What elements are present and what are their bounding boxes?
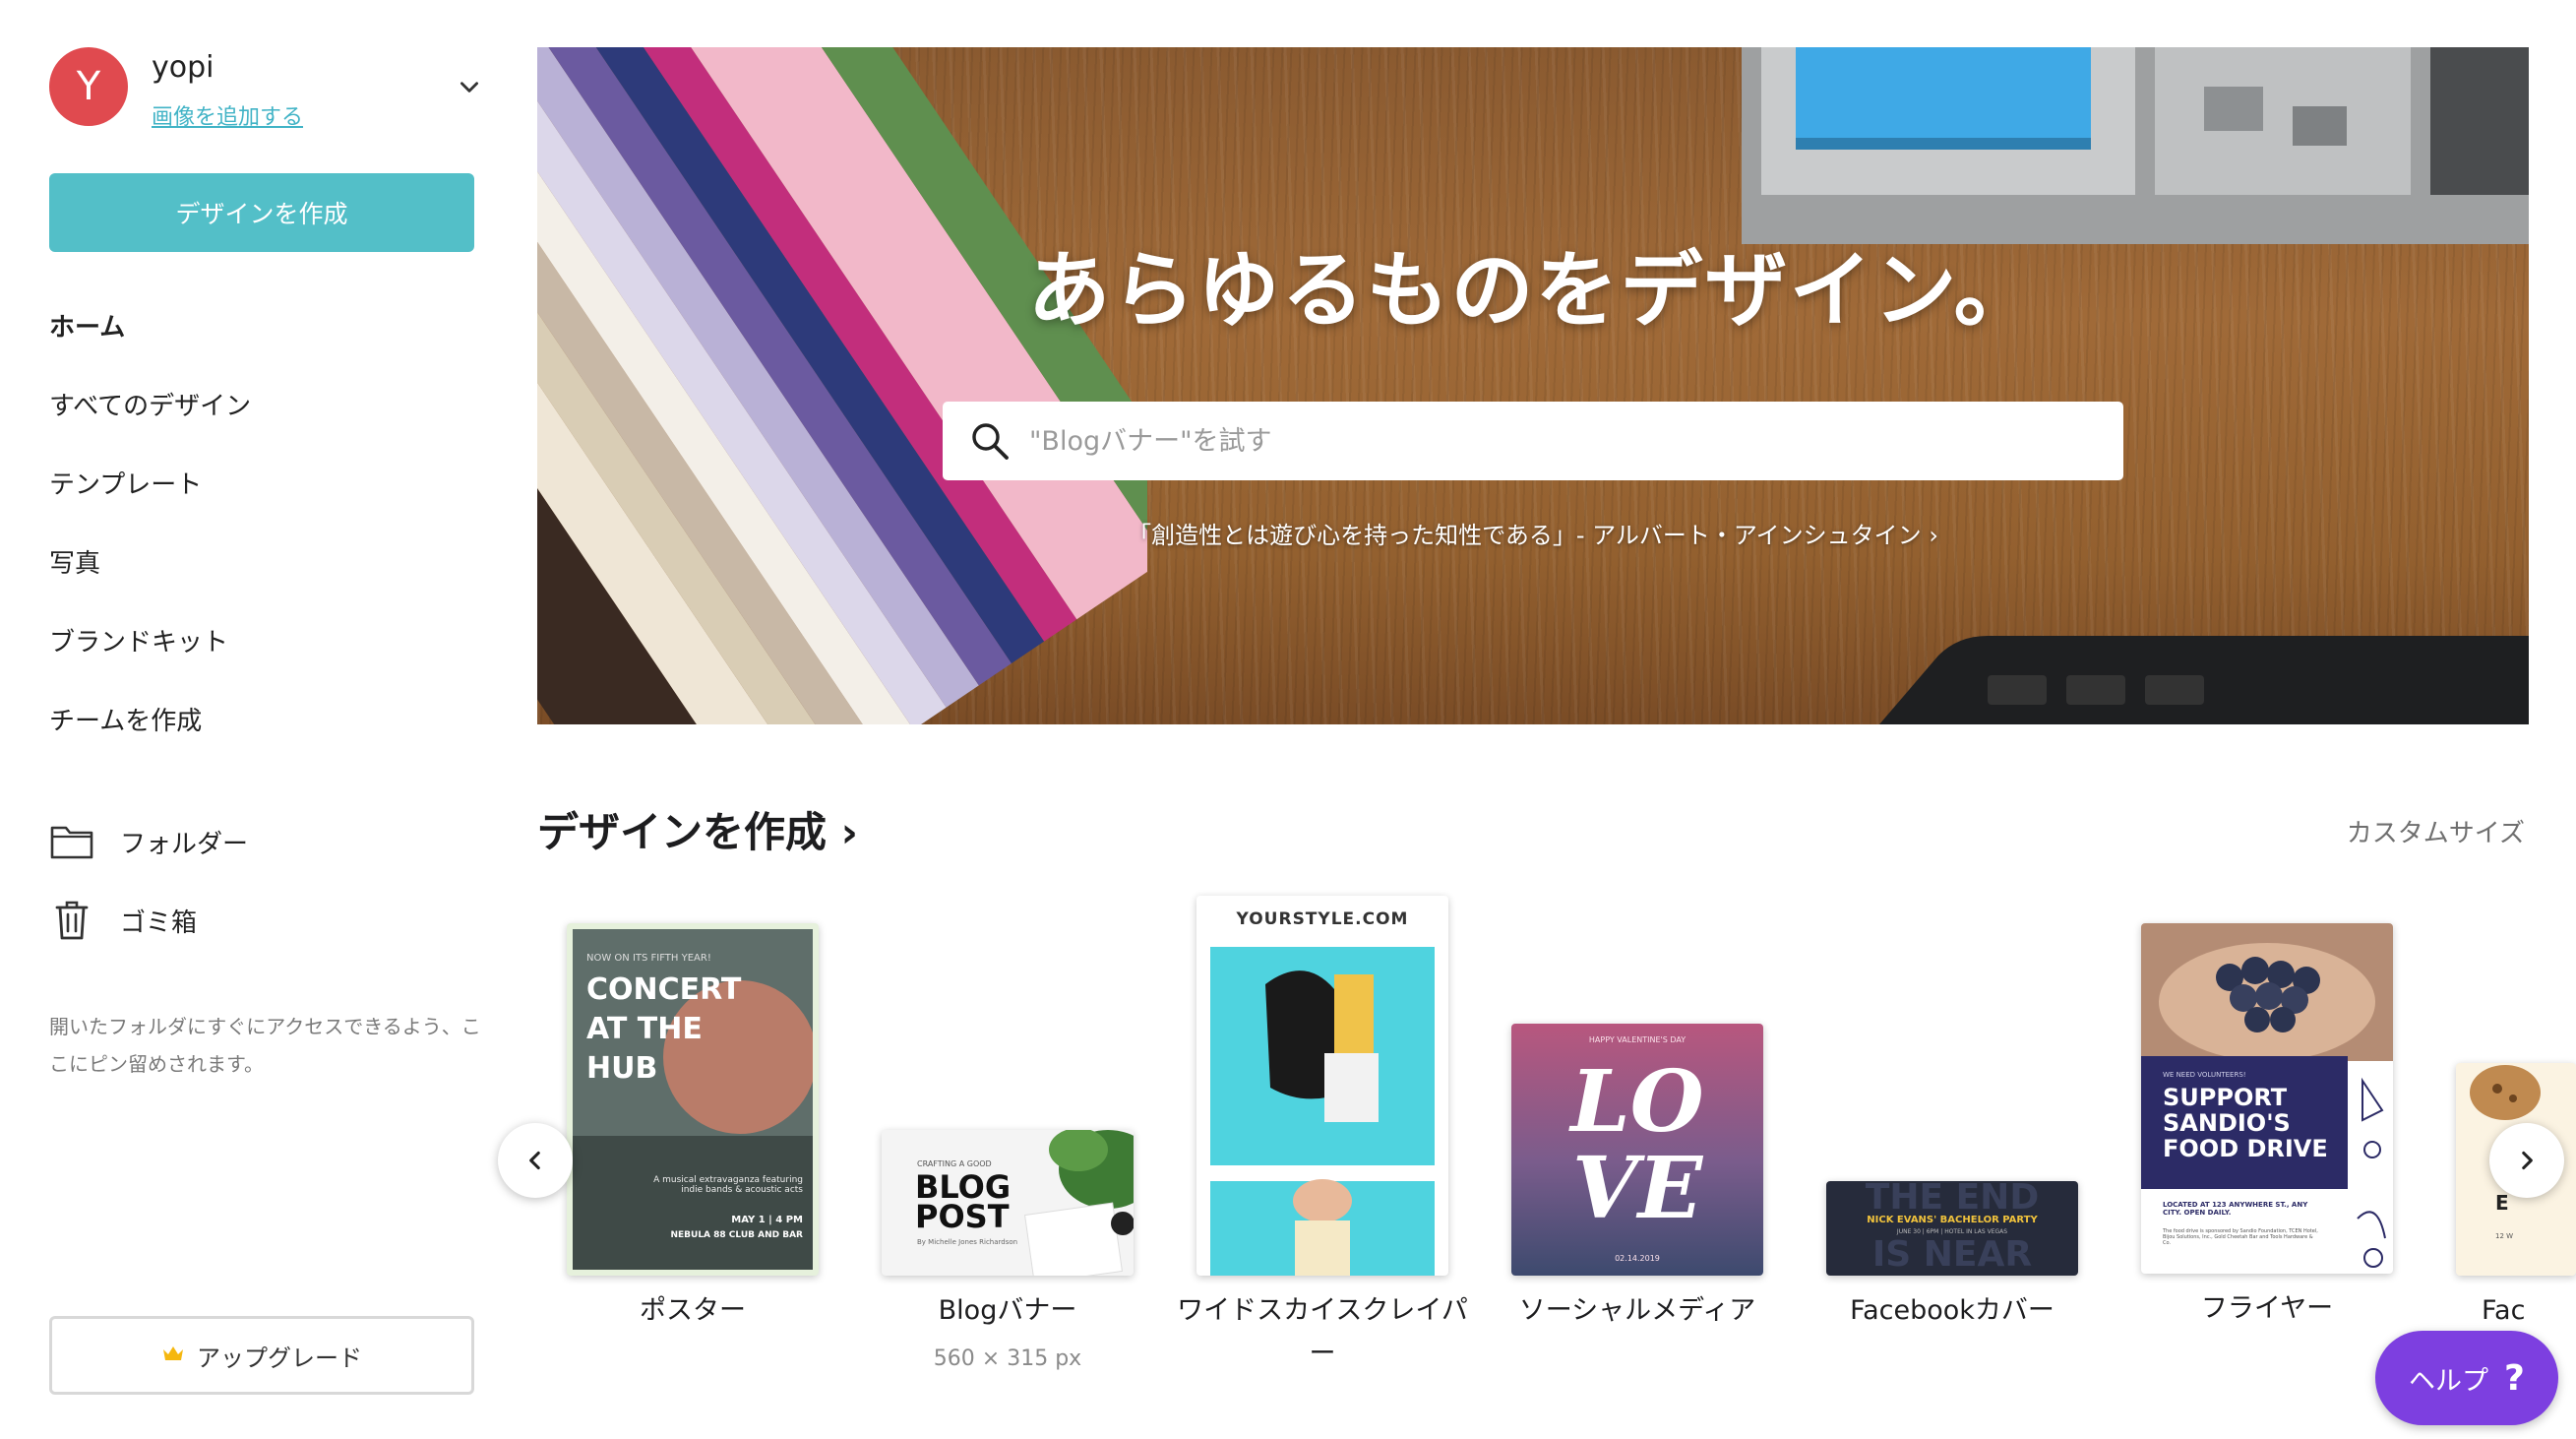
folder-icon [49,819,94,864]
blog-banner-small-text: CRAFTING A GOOD [917,1159,992,1168]
partial-card-fine: 12 W [2495,1232,2514,1240]
blog-banner-byline: By Michelle Jones Richardson [917,1238,1018,1246]
design-type-label: ワイドスカイスクレイパー [1177,1295,1468,1369]
social-media-thumbnail: HAPPY VALENTINE'S DAY LO VE 02.14.2019 [1511,1024,1763,1276]
flyer-small-text: WE NEED VOLUNTEERS! [2163,1071,2246,1079]
design-type-social-media[interactable]: HAPPY VALENTINE'S DAY LO VE 02.14.2019 ソ… [1511,1024,1807,1348]
design-type-facebook-partial[interactable]: E 12 W Fac [2456,1063,2576,1358]
carousel-prev-button[interactable] [498,1123,573,1198]
design-type-wide-skyscraper[interactable]: YOURSTYLE.COM ワイドスカイスクレイパー [1177,896,1492,1378]
avatar[interactable]: Y [49,47,128,126]
flyer-line-1: SUPPORT [2163,1084,2288,1111]
sidebar-item-label: フォルダー [120,829,249,859]
design-type-label: Fac [2482,1295,2526,1326]
design-type-label: フライヤー [2200,1293,2334,1324]
poster-line-1: CONCERT [586,972,742,1007]
carousel-next-button[interactable] [2489,1123,2564,1198]
poster-small-text: NOW ON ITS FIFTH YEAR! [586,953,711,964]
facebook-cover-headline: NICK EVANS' BACHELOR PARTY [1867,1215,2038,1225]
flyer-location: LOCATED AT 123 ANYWHERE ST., ANY CITY. O… [2163,1201,2308,1217]
design-type-facebook-cover[interactable]: THE END NICK EVANS' BACHELOR PARTY JUNE … [1826,1181,2121,1348]
pinned-folders-hint: 開いたフォルダにすぐにアクセスできるよう、ここにピン留めされます。 [49,1015,481,1076]
upgrade-label: アップグレード [197,1344,362,1372]
account-switcher[interactable]: Y yopi 画像を追加する [49,44,482,133]
crown-icon [161,1342,185,1369]
wide-skyscraper-artwork [1210,947,1435,1276]
upgrade-button[interactable]: アップグレード [49,1316,474,1395]
nav-create-team[interactable]: チームを作成 [49,701,202,737]
help-button[interactable]: ヘルプ ? [2375,1331,2558,1425]
design-type-blog-banner[interactable]: CRAFTING A GOOD BLOG POST By Michelle Jo… [882,1130,1177,1386]
blog-banner-thumbnail: CRAFTING A GOOD BLOG POST By Michelle Jo… [882,1130,1134,1276]
poster-date: MAY 1 | 4 PM [731,1215,803,1225]
hero-keyboard-image [1879,636,2529,724]
social-media-line-1: LO [1570,1052,1704,1152]
sidebar-item-label: ゴミ箱 [120,907,198,938]
flyer-line-2: SANDIO'S [2163,1109,2291,1137]
poster-line-3: HUB [586,1051,658,1086]
sidebar-item-trash[interactable]: ゴミ箱 [49,896,482,945]
chevron-left-icon [529,1151,540,1170]
add-image-link[interactable]: 画像を追加する [152,99,303,131]
poster-line-2: AT THE [586,1012,703,1046]
nav-all-designs[interactable]: すべてのデザイン [49,386,251,422]
search-icon [972,423,1009,460]
hero-banner: あらゆるものをデザイン。 「創造性とは遊び心を持った知性である」- アルバート・… [537,47,2529,724]
sidebar-item-folders[interactable]: フォルダー [49,817,482,866]
blog-banner-line-2: POST [915,1198,1010,1235]
design-type-label: Blogバナー [938,1295,1077,1326]
hero-tray-image [1742,47,2529,244]
search-input[interactable] [1029,411,2123,470]
poster-venue: NEBULA 88 CLUB AND BAR [670,1230,803,1240]
flyer-fine-print: The food drive is sponsored by Sandio Fo… [2163,1228,2318,1246]
question-icon: ? [2504,1357,2525,1399]
nav-templates[interactable]: テンプレート [49,465,202,501]
nav-home[interactable]: ホーム [49,307,125,344]
sidebar: Y yopi 画像を追加する デザインを作成 ホーム すべてのデザイン テンプレ… [0,0,521,1439]
chevron-down-icon[interactable] [457,74,482,99]
design-type-label: ポスター [640,1295,746,1326]
create-design-button[interactable]: デザインを作成 [49,173,474,252]
design-type-size: 560 × 315 px [933,1346,1082,1371]
hero-quote-link[interactable]: 「創造性とは遊び心を持った知性である」- アルバート・アインシュタイン › [537,516,2529,550]
design-type-label: Facebookカバー [1850,1295,2055,1326]
user-name: yopi [152,50,215,85]
facebook-cover-bg-text-top: THE END [1865,1181,2040,1218]
search-bar[interactable] [943,402,2123,480]
social-media-line-2: VE [1571,1139,1703,1238]
design-type-label: ソーシャルメディア [1518,1295,1756,1326]
poster-description: A musical extravaganza featuring indie b… [653,1175,803,1195]
custom-size-link[interactable]: カスタムサイズ [2347,813,2525,849]
wide-skyscraper-thumbnail: YOURSTYLE.COM [1196,896,1448,1276]
design-type-poster[interactable]: NOW ON ITS FIFTH YEAR! CONCERT AT THE HU… [567,923,862,1337]
flyer-thumbnail: WE NEED VOLUNTEERS! SUPPORT SANDIO'S FOO… [2141,923,2393,1274]
chevron-right-icon [2522,1151,2533,1170]
hero-paper-stack-image [537,47,1147,724]
social-media-date: 02.14.2019 [1615,1254,1660,1263]
design-type-flyer[interactable]: WE NEED VOLUNTEERS! SUPPORT SANDIO'S FOO… [2141,923,2436,1346]
help-label: ヘルプ [2409,1365,2489,1397]
trash-icon [49,898,94,943]
social-media-small-text: HAPPY VALENTINE'S DAY [1588,1035,1687,1044]
poster-thumbnail: NOW ON ITS FIFTH YEAR! CONCERT AT THE HU… [567,923,819,1276]
nav-photos[interactable]: 写真 [49,543,100,580]
facebook-cover-bg-text-bottom: IS NEAR [1871,1234,2033,1275]
create-design-section-title[interactable]: デザインを作成 › [537,799,858,859]
facebook-cover-thumbnail: THE END NICK EVANS' BACHELOR PARTY JUNE … [1826,1181,2078,1276]
flyer-line-3: FOOD DRIVE [2163,1135,2328,1162]
partial-card-letter: E [2495,1191,2509,1215]
nav-brand-kit[interactable]: ブランドキット [49,622,228,658]
hero-title: あらゆるものをデザイン。 [1027,242,2039,339]
